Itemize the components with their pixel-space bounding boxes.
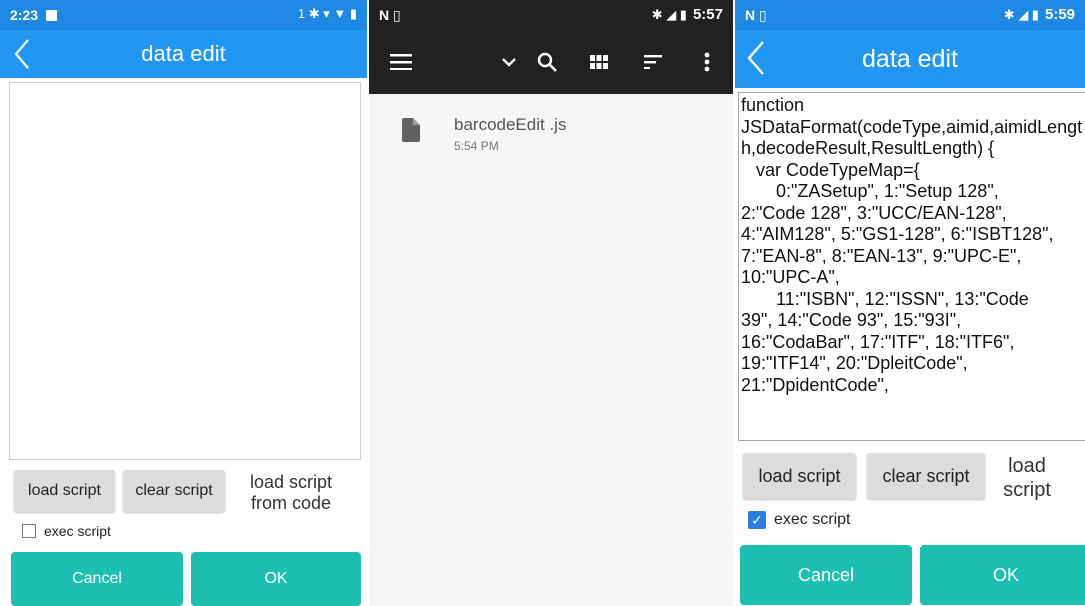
file-list-item[interactable]: barcodeEdit .js 5:54 PM (369, 100, 733, 164)
screen-data-edit-loaded: N ▯ ✱ ◢ ▮ 5:59 data edit function JSData… (735, 0, 1085, 606)
status-icons: ✱ ◢ ▮ (1003, 6, 1039, 22)
status-left-icons: N ▯ (745, 7, 767, 23)
screen-data-edit-empty: 2:23 1 ✱ ▾ ▼ ▮ data edit load script cle… (0, 0, 367, 606)
page-title: data edit (141, 41, 226, 66)
status-left-icons: N ▯ (379, 7, 401, 23)
search-icon[interactable] (527, 30, 567, 94)
checkbox-icon[interactable] (22, 524, 36, 538)
grid-view-icon[interactable] (579, 30, 619, 94)
screen-file-manager: N ▯ ✱ ◢ ▮ 5:57 barcodeEdit .js 5:54 PM (369, 0, 733, 606)
clear-script-button[interactable]: clear script (867, 453, 985, 499)
load-script-button[interactable]: load script (14, 470, 115, 512)
ok-button[interactable]: OK (920, 545, 1085, 605)
status-bar: N ▯ ✱ ◢ ▮ 5:59 (735, 0, 1085, 30)
checkbox-checked-icon[interactable]: ✓ (748, 511, 766, 529)
status-bar: 2:23 1 ✱ ▾ ▼ ▮ (0, 0, 367, 30)
chevron-down-icon[interactable] (489, 30, 529, 94)
status-time: 5:57 (692, 6, 723, 23)
document-icon (402, 118, 420, 147)
status-time: 5:59 (1044, 6, 1075, 23)
exec-script-checkbox-row[interactable]: ✓ exec script (748, 511, 850, 529)
app-bar: data edit (735, 30, 1085, 88)
load-script-button[interactable]: load script (743, 453, 856, 499)
load-script-label: load script (1003, 455, 1051, 501)
menu-icon[interactable] (381, 30, 421, 94)
exec-script-label: exec script (774, 511, 851, 528)
exec-script-checkbox-row[interactable]: exec script (22, 523, 111, 539)
toolbar (369, 30, 733, 94)
clear-script-button[interactable]: clear script (123, 470, 225, 512)
status-icons: 1 ✱ ▾ ▼ ▮ (297, 6, 357, 21)
notification-icon (46, 9, 58, 21)
cancel-button[interactable]: Cancel (740, 545, 912, 605)
status-bar: N ▯ ✱ ◢ ▮ 5:57 (369, 0, 733, 30)
script-editor[interactable]: function JSDataFormat(codeType,aimid,aim… (738, 92, 1085, 441)
load-script-from-code-label: load script from code (249, 472, 333, 513)
ok-button[interactable]: OK (191, 552, 361, 606)
app-bar: data edit (0, 30, 367, 78)
cancel-button[interactable]: Cancel (11, 552, 183, 606)
exec-script-label: exec script (44, 523, 111, 539)
script-editor[interactable] (9, 82, 361, 460)
more-vert-icon[interactable] (687, 30, 727, 94)
page-title: data edit (862, 45, 958, 73)
sort-icon[interactable] (633, 30, 673, 94)
file-name: barcodeEdit .js (454, 115, 567, 134)
status-icons: ✱ ◢ ▮ (651, 6, 687, 22)
status-time: 2:23 (10, 7, 39, 23)
file-time: 5:54 PM (454, 139, 499, 153)
